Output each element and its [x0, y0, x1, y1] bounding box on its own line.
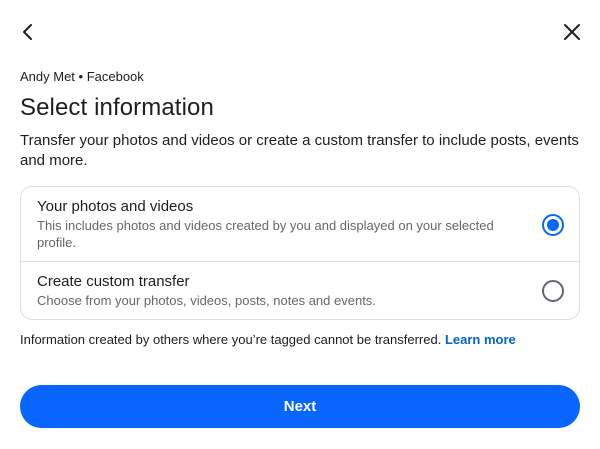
option-custom-transfer[interactable]: Create custom transfer Choose from your …	[21, 262, 579, 319]
next-button[interactable]: Next	[20, 385, 580, 428]
select-information-dialog: Andy Met • Facebook Select information T…	[0, 0, 600, 449]
option-photos-and-videos[interactable]: Your photos and videos This includes pho…	[21, 187, 579, 262]
option-title: Create custom transfer	[37, 273, 190, 290]
footnote-text: Information created by others where you’…	[20, 332, 442, 347]
account-label: Andy Met • Facebook	[20, 69, 144, 84]
page-title: Select information	[20, 94, 214, 121]
close-icon	[564, 24, 580, 40]
option-subtitle: Choose from your photos, videos, posts, …	[37, 293, 376, 308]
back-button[interactable]	[16, 20, 40, 44]
close-button[interactable]	[560, 20, 584, 44]
radio-unselected[interactable]	[542, 280, 564, 302]
option-title: Your photos and videos	[37, 198, 194, 215]
footnote: Information created by others where you’…	[20, 332, 516, 347]
transfer-options: Your photos and videos This includes pho…	[20, 186, 580, 320]
chevron-left-icon	[23, 24, 32, 40]
option-subtitle: This includes photos and videos created …	[37, 218, 494, 250]
page-description: Transfer your photos and videos or creat…	[20, 132, 579, 169]
learn-more-link[interactable]: Learn more	[445, 332, 516, 347]
radio-selected[interactable]	[542, 214, 564, 236]
